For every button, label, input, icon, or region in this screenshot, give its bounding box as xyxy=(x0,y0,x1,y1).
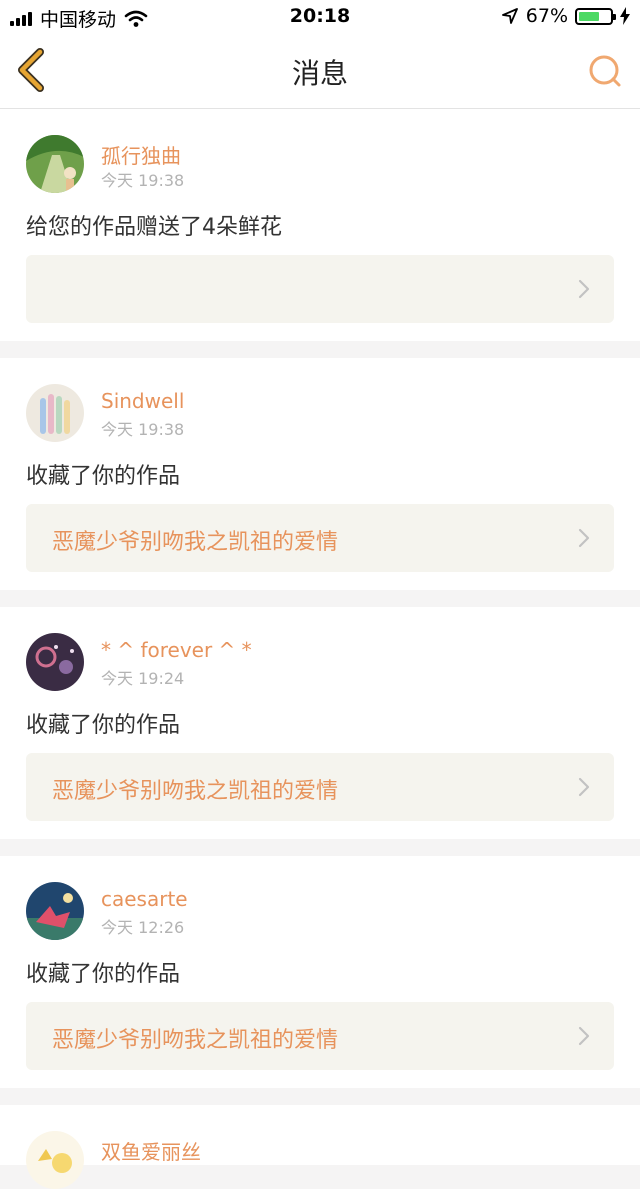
work-link[interactable] xyxy=(26,255,614,323)
avatar[interactable] xyxy=(26,882,84,940)
search-icon xyxy=(589,55,621,87)
avatar[interactable] xyxy=(26,135,84,193)
battery-level-fill xyxy=(579,11,600,21)
message-text: 收藏了你的作品 xyxy=(26,962,181,987)
page-title: 消息 xyxy=(291,57,348,90)
message-card: 双鱼爱丽丝 xyxy=(0,1105,640,1189)
work-link[interactable]: 恶魔少爷别吻我之凯祖的爱情 xyxy=(26,753,614,821)
message-card: 孤行独曲 今天 19:38 给您的作品赠送了4朵鲜花 xyxy=(0,109,640,341)
work-link[interactable]: 恶魔少爷别吻我之凯祖的爱情 xyxy=(26,504,614,572)
avatar[interactable] xyxy=(26,384,84,442)
battery-icon xyxy=(575,7,616,25)
timestamp: 今天 19:24 xyxy=(101,669,185,688)
location-arrow-icon xyxy=(501,8,518,24)
chevron-right-icon xyxy=(578,777,590,797)
message-text: 给您的作品赠送了4朵鲜花 xyxy=(26,215,282,240)
chevron-right-icon xyxy=(578,279,590,299)
timestamp: 今天 19:38 xyxy=(101,171,185,190)
chevron-right-icon xyxy=(578,528,590,548)
message-text: 收藏了你的作品 xyxy=(26,713,181,738)
status-bar: 中国移动 20:18 67% xyxy=(0,0,640,34)
message-text: 收藏了你的作品 xyxy=(26,464,181,489)
username[interactable]: Sindwell xyxy=(101,389,184,413)
username[interactable]: 双鱼爱丽丝 xyxy=(101,1136,201,1165)
nav-bar: 消息 xyxy=(0,34,640,109)
username[interactable]: * ^ forever ^ * xyxy=(101,638,252,662)
message-list: 孤行独曲 今天 19:38 给您的作品赠送了4朵鲜花 Sindwell 今天 1… xyxy=(0,109,640,1189)
work-title: 恶魔少爷别吻我之凯祖的爱情 xyxy=(52,530,339,555)
avatar[interactable] xyxy=(26,1131,84,1189)
message-card: Sindwell 今天 19:38 收藏了你的作品 恶魔少爷别吻我之凯祖的爱情 xyxy=(0,358,640,590)
chevron-right-icon xyxy=(578,1026,590,1046)
charging-bolt-icon xyxy=(620,7,630,25)
message-card: caesarte 今天 12:26 收藏了你的作品 恶魔少爷别吻我之凯祖的爱情 xyxy=(0,856,640,1088)
username[interactable]: caesarte xyxy=(101,887,188,911)
work-title: 恶魔少爷别吻我之凯祖的爱情 xyxy=(52,779,339,804)
battery-percent: 67% xyxy=(525,5,568,27)
timestamp: 今天 19:38 xyxy=(101,420,185,439)
avatar[interactable] xyxy=(26,633,84,691)
message-card: * ^ forever ^ * 今天 19:24 收藏了你的作品 恶魔少爷别吻我… xyxy=(0,607,640,839)
search-button[interactable] xyxy=(586,52,624,90)
timestamp: 今天 12:26 xyxy=(101,918,185,937)
work-link[interactable]: 恶魔少爷别吻我之凯祖的爱情 xyxy=(26,1002,614,1070)
status-right: 67% xyxy=(501,5,630,27)
username[interactable]: 孤行独曲 xyxy=(101,140,181,169)
work-title: 恶魔少爷别吻我之凯祖的爱情 xyxy=(52,1028,339,1053)
